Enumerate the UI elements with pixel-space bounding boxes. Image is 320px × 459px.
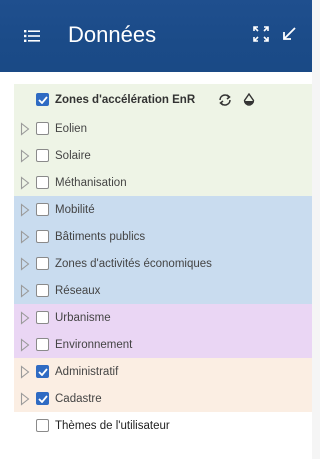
layer-label: Urbanisme [55,311,111,324]
layer-checkbox[interactable] [36,338,49,351]
expand-arrow-icon[interactable] [20,391,32,406]
layer-label: Mobilité [55,203,95,216]
layer-item[interactable]: Réseaux [14,277,312,304]
layer-checkbox-zones-acceleration[interactable] [36,93,49,106]
layer-item[interactable]: Bâtiments publics [14,223,312,250]
layer-checkbox[interactable] [36,311,49,324]
layer-checkbox[interactable] [36,230,49,243]
layer-label: Thèmes de l'utilisateur [55,419,170,432]
layer-item[interactable]: Urbanisme [14,304,312,331]
expand-arrow-icon[interactable] [20,337,32,352]
layer-checkbox-user-themes[interactable] [36,419,49,432]
layer-label: Administratif [55,365,119,378]
layer-label: Eolien [55,122,87,135]
layer-checkbox[interactable] [36,284,49,297]
layer-item[interactable]: Mobilité [14,196,312,223]
panel-title: Données [68,22,157,47]
opacity-drop-icon[interactable] [243,92,255,107]
layer-group-zones-acceleration[interactable]: Zones d'accélération EnR [14,84,312,115]
layer-label: Environnement [55,338,133,351]
expand-icon[interactable] [252,25,272,45]
expand-arrow-icon[interactable] [20,148,32,163]
layer-checkbox[interactable] [36,203,49,216]
layer-item[interactable]: Cadastre [14,385,312,412]
expand-arrow-icon[interactable] [20,175,32,190]
layer-checkbox[interactable] [36,176,49,189]
layer-label: Zones d'activités économiques [55,257,212,270]
layer-checkbox[interactable] [36,392,49,405]
collapse-arrow-icon[interactable] [280,25,300,45]
layer-tree: Zones d'accélération EnR Eolien Solaire … [14,72,312,439]
layer-label: Bâtiments publics [55,230,146,243]
layer-checkbox[interactable] [36,365,49,378]
refresh-icon[interactable] [217,93,233,107]
layer-item[interactable]: Méthanisation [14,169,312,196]
expand-arrow-icon[interactable] [20,202,32,217]
layer-label: Méthanisation [55,176,127,189]
expand-arrow-icon[interactable] [20,364,32,379]
layer-label: Réseaux [55,284,101,297]
panel-header: Données [0,0,312,72]
menu-list-icon[interactable] [20,26,44,46]
layer-tools [217,92,265,107]
layer-checkbox[interactable] [36,149,49,162]
expand-arrow-icon[interactable] [20,256,32,271]
layer-item[interactable]: Eolien [14,115,312,142]
expand-arrow-icon[interactable] [20,229,32,244]
expand-arrow-icon[interactable] [20,283,32,298]
layer-label: Cadastre [55,392,102,405]
layer-group-user-themes[interactable]: Thèmes de l'utilisateur [14,412,312,439]
expand-arrow-icon[interactable] [20,121,32,136]
expand-arrow-icon[interactable] [20,310,32,325]
layer-tree-top-spacer [14,72,312,84]
layer-label: Solaire [55,149,91,162]
data-panel: Données Zones d'accélération EnR Eolien … [0,0,312,459]
layer-label: Zones d'accélération EnR [55,93,196,106]
layer-item[interactable]: Zones d'activités économiques [14,250,312,277]
layer-checkbox[interactable] [36,122,49,135]
layer-item[interactable]: Environnement [14,331,312,358]
layer-item[interactable]: Solaire [14,142,312,169]
layer-item[interactable]: Administratif [14,358,312,385]
layer-checkbox[interactable] [36,257,49,270]
